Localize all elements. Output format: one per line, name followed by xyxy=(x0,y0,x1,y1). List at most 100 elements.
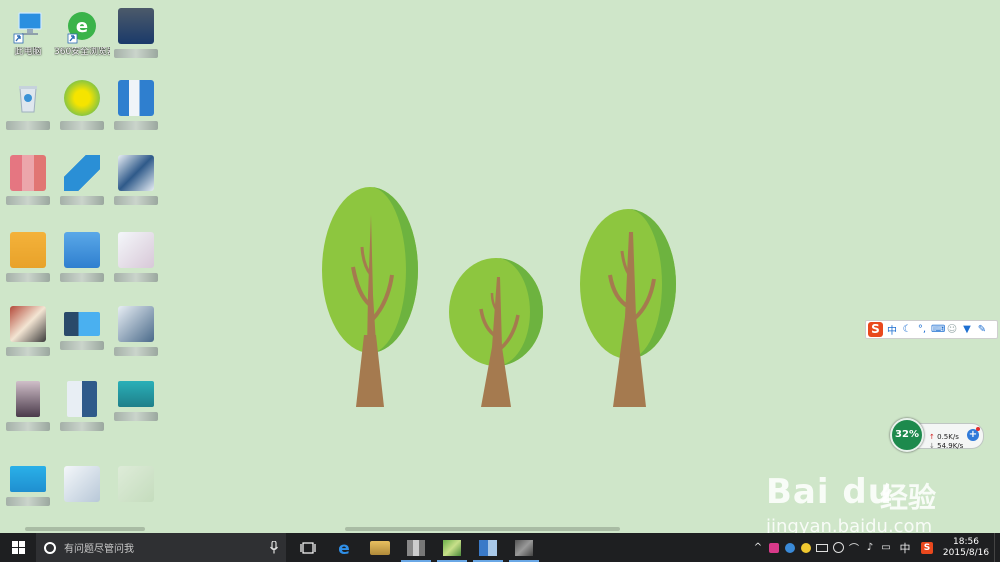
shadow-strip xyxy=(25,527,145,531)
svg-text:e: e xyxy=(76,16,88,37)
pixelated-app-icon xyxy=(10,466,46,492)
user-icon[interactable]: ☺ xyxy=(946,324,958,335)
desktop-icon-blurred[interactable] xyxy=(108,8,164,58)
ime-toolbar[interactable]: S 中 ☾ °, ⌨ ☺ ▼ ✎ xyxy=(865,320,998,339)
tree-left xyxy=(322,187,418,407)
pixelated-app-icon xyxy=(10,155,46,191)
taskbar-app-explorer[interactable] xyxy=(362,533,398,562)
taskbar-app-blurred[interactable] xyxy=(470,533,506,562)
skin-icon[interactable]: ▼ xyxy=(961,324,973,335)
taskbar-app-blurred[interactable] xyxy=(434,533,470,562)
memory-usage-ring[interactable]: 32% xyxy=(890,418,924,452)
blurred-label xyxy=(60,341,104,350)
chevron-up-icon[interactable]: ^ xyxy=(750,533,766,562)
taskbar-app-blurred[interactable] xyxy=(398,533,434,562)
desktop-icon-blurred[interactable] xyxy=(0,155,56,205)
tray-app-icon[interactable] xyxy=(830,533,846,562)
task-view-button[interactable] xyxy=(290,533,326,562)
input-language-indicator[interactable]: 中 xyxy=(894,533,916,562)
desktop-icon-this-pc[interactable]: 此电脑 xyxy=(0,8,56,58)
desktop-icon-recycle-bin[interactable] xyxy=(0,80,56,130)
blurred-label xyxy=(114,347,158,356)
tray-app-icon[interactable] xyxy=(798,533,814,562)
desktop-icon-blurred[interactable] xyxy=(0,381,56,431)
sogou-tray-icon[interactable]: S xyxy=(916,533,938,562)
up-arrow-icon: ↑ xyxy=(929,433,935,441)
pixelated-app-icon xyxy=(67,381,97,417)
network-monitor[interactable]: ↑ 0.5K/s ↓ 54.9K/s 32% + xyxy=(890,418,984,452)
blurred-label xyxy=(60,273,104,282)
clock-time: 18:56 xyxy=(953,536,979,547)
blurred-label xyxy=(60,422,104,431)
show-desktop-button[interactable] xyxy=(994,533,1000,562)
cortana-search-box[interactable]: 有问题尽管问我 xyxy=(36,533,286,562)
desktop-icon-360-browser[interactable]: e 360安全浏览器 xyxy=(54,8,110,58)
taskbar-app-blurred[interactable] xyxy=(506,533,542,562)
recycle-bin-icon xyxy=(10,80,46,116)
desktop-icon-blurred[interactable] xyxy=(0,232,56,282)
wifi-icon[interactable]: ⌒ xyxy=(846,533,862,562)
desktop-icon-blurred[interactable] xyxy=(108,155,164,205)
blurred-label xyxy=(6,273,50,282)
desktop-icon-blurred[interactable] xyxy=(54,232,110,282)
pixelated-app-icon xyxy=(64,466,100,502)
desktop: 此电脑 e 360安全浏览器 S 中 ☾ °, ⌨ ☺ ▼ ✎ ↑ 0.5K/s… xyxy=(0,0,1000,537)
pixelated-app-icon xyxy=(10,306,46,342)
moon-icon[interactable]: ☾ xyxy=(901,324,913,335)
desktop-icon-blurred[interactable] xyxy=(108,466,164,502)
blurred-label xyxy=(114,49,158,58)
search-placeholder: 有问题尽管问我 xyxy=(64,544,134,555)
desktop-icon-blurred[interactable] xyxy=(108,80,164,130)
clock-date: 2015/8/16 xyxy=(942,547,990,558)
blurred-label xyxy=(60,196,104,205)
taskbar-clock[interactable]: 18:56 2015/8/16 xyxy=(938,537,994,559)
tree-right xyxy=(580,209,676,407)
pixelated-app-icon xyxy=(64,312,100,336)
tray-app-icon[interactable] xyxy=(766,533,782,562)
desktop-icon-blurred[interactable] xyxy=(0,466,56,506)
cortana-circle-icon xyxy=(44,541,56,554)
blurred-label xyxy=(114,273,158,282)
sogou-logo-icon[interactable]: S xyxy=(868,322,883,337)
tools-icon[interactable]: ✎ xyxy=(976,324,988,335)
trees-wallpaper xyxy=(322,187,676,407)
desktop-icon-blurred[interactable] xyxy=(54,466,110,502)
ime-mode-toggle[interactable]: 中 xyxy=(886,322,898,337)
taskbar-app-edge[interactable]: e xyxy=(326,533,362,562)
desktop-icon-blurred[interactable] xyxy=(54,306,110,350)
tray-app-icon[interactable] xyxy=(782,533,798,562)
windows-logo-icon xyxy=(11,541,25,554)
desktop-icon-blurred[interactable] xyxy=(54,381,110,431)
pixelated-app-icon xyxy=(64,155,100,191)
keyboard-icon[interactable]: ⌨ xyxy=(931,324,945,335)
baidu-jingyan-watermark: Bai du 经验 jingyan.baidu.com xyxy=(762,452,992,537)
pixelated-app-icon xyxy=(479,539,497,556)
pixelated-app-icon xyxy=(118,381,154,407)
desktop-icon-blurred[interactable] xyxy=(108,232,164,282)
task-view-icon xyxy=(300,541,316,554)
battery-icon[interactable] xyxy=(814,533,830,562)
pixelated-app-icon xyxy=(16,381,40,417)
start-button[interactable] xyxy=(0,533,36,562)
desktop-icon-blurred[interactable] xyxy=(108,306,164,356)
action-center-icon[interactable]: ▭ xyxy=(878,533,894,562)
volume-icon[interactable]: ♪ xyxy=(862,533,878,562)
taskbar: 有问题尽管问我 e ^ ⌒ ♪ ▭ 中 S 18:56 2015/8/16 xyxy=(0,533,1000,562)
desktop-icon-blurred[interactable] xyxy=(54,155,110,205)
pixelated-app-icon xyxy=(118,466,154,502)
microphone-icon[interactable] xyxy=(270,541,278,554)
svg-text:e: e xyxy=(338,540,350,556)
blurred-label xyxy=(114,121,158,130)
desktop-icon-label: 360安全浏览器 xyxy=(54,47,110,57)
down-arrow-icon: ↓ xyxy=(929,442,935,450)
browser-e-icon: e xyxy=(64,8,100,44)
watermark-subtitle: 经验 xyxy=(880,481,937,514)
desktop-icon-blurred[interactable] xyxy=(0,306,56,356)
computer-icon xyxy=(10,8,46,44)
desktop-icon-blurred[interactable] xyxy=(54,80,110,130)
blurred-label xyxy=(6,497,50,506)
pixelated-app-icon xyxy=(407,539,425,556)
desktop-icon-blurred[interactable] xyxy=(108,381,164,421)
blurred-label xyxy=(6,196,50,205)
punct-icon[interactable]: °, xyxy=(916,324,928,335)
